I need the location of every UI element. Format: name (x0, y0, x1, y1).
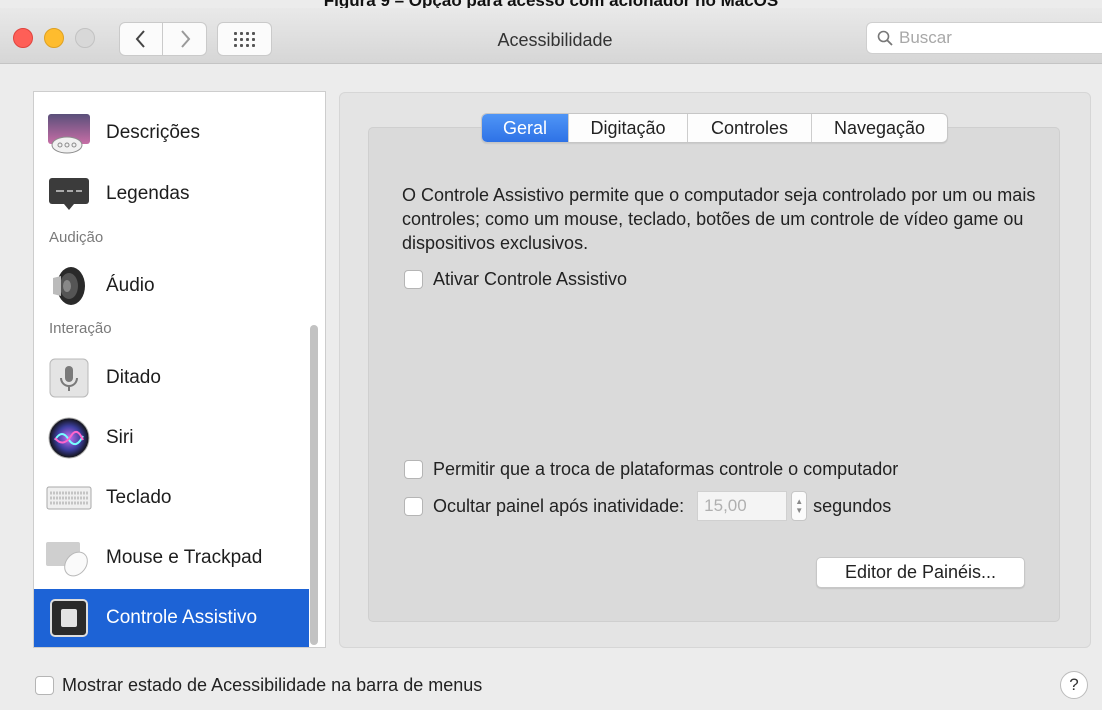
zoom-window-button[interactable] (75, 28, 95, 48)
hide-panel-unit: segundos (813, 495, 892, 516)
mouse-trackpad-icon (46, 535, 92, 581)
platform-switching-checkbox[interactable] (404, 460, 423, 479)
chevron-down-icon: ▼ (795, 506, 804, 515)
description-text: O Controle Assistivo permite que o compu… (402, 185, 1036, 253)
siri-icon (46, 415, 92, 461)
sidebar-item-label: Legendas (106, 183, 190, 204)
enable-switch-control-checkbox[interactable] (404, 270, 423, 289)
sidebar-item-mouse-trackpad[interactable]: Mouse e Trackpad (34, 529, 309, 587)
tab-bar: Geral Digitação Controles Navegação (481, 113, 948, 143)
enable-switch-control-row: Ativar Controle Assistivo (404, 269, 627, 290)
sidebar-item-controle-assistivo[interactable]: Controle Assistivo (34, 589, 309, 647)
hide-panel-row: Ocultar painel após inatividade: 15,00 ▲… (404, 491, 891, 521)
hide-panel-checkbox[interactable] (404, 496, 423, 516)
window-title: Acessibilidade (497, 30, 613, 50)
tab-digitacao[interactable]: Digitação (568, 114, 687, 142)
captions-icon (46, 171, 92, 217)
chevron-up-icon: ▲ (795, 497, 804, 506)
sidebar-item-label: Descrições (106, 122, 200, 143)
sidebar-item-label: Ditado (106, 367, 161, 388)
sidebar-item-label: Mouse e Trackpad (106, 547, 263, 568)
sidebar-item-teclado[interactable]: Teclado (34, 469, 309, 527)
search-field[interactable]: Buscar (866, 22, 1102, 54)
show-status-label: Mostrar estado de Acessibilidade na barr… (62, 675, 483, 695)
show-status-row: Mostrar estado de Acessibilidade na barr… (35, 675, 482, 696)
hide-panel-label: Ocultar painel após inatividade: (433, 495, 685, 516)
descriptions-icon (46, 110, 92, 156)
sidebar-item-ditado[interactable]: Ditado (34, 349, 309, 407)
sidebar-item-label: Áudio (106, 275, 155, 296)
show-status-checkbox[interactable] (35, 676, 54, 695)
hide-panel-seconds-field[interactable]: 15,00 (697, 491, 788, 521)
search-placeholder: Buscar (899, 28, 952, 47)
help-button[interactable]: ? (1060, 671, 1088, 699)
minimize-window-button[interactable] (44, 28, 64, 48)
grid-icon (234, 31, 255, 47)
switch-control-icon (46, 595, 92, 641)
sidebar-scroll-thumb[interactable] (310, 325, 318, 645)
show-all-button[interactable] (217, 22, 272, 56)
tab-geral[interactable]: Geral (482, 114, 568, 142)
sidebar-item-siri[interactable]: Siri (34, 409, 309, 467)
sidebar-item-label: Controle Assistivo (106, 607, 258, 628)
chevron-left-icon (135, 30, 145, 48)
sidebar: Descrições Legendas Audição Áudio Intera… (33, 91, 326, 648)
keyboard-icon (46, 475, 92, 521)
back-button[interactable] (119, 22, 163, 56)
sidebar-item-label: Siri (106, 427, 134, 448)
platform-switching-label: Permitir que a troca de plataformas cont… (433, 459, 899, 479)
hide-panel-stepper[interactable]: ▲ ▼ (791, 491, 808, 521)
section-heading-audicao: Audição (49, 229, 104, 246)
enable-switch-control-label: Ativar Controle Assistivo (433, 269, 628, 289)
sidebar-item-label: Teclado (106, 487, 172, 508)
microphone-icon (46, 355, 92, 401)
section-heading-interacao: Interação (49, 320, 112, 337)
close-window-button[interactable] (13, 28, 33, 48)
panel-editor-button[interactable]: Editor de Painéis... (816, 557, 1025, 588)
tab-navegacao[interactable]: Navegação (811, 114, 947, 142)
platform-switching-row: Permitir que a troca de plataformas cont… (404, 459, 898, 480)
sidebar-item-legendas[interactable]: Legendas (34, 165, 309, 223)
chevron-right-icon (180, 30, 190, 48)
sidebar-item-audio[interactable]: Áudio (34, 257, 309, 315)
title-bar: Acessibilidade Buscar (0, 8, 1102, 64)
tab-controles[interactable]: Controles (687, 114, 811, 142)
search-icon (877, 30, 893, 46)
forward-button[interactable] (163, 22, 207, 56)
sidebar-item-descricoes[interactable]: Descrições (34, 104, 309, 162)
speaker-icon (46, 263, 92, 309)
